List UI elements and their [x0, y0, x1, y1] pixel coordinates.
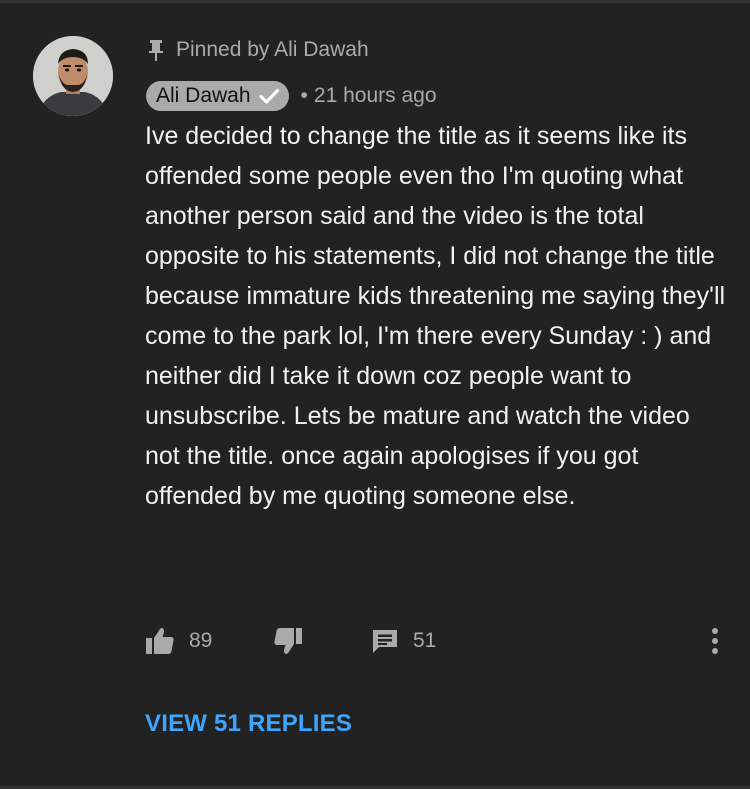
like-count: 89	[189, 629, 213, 652]
reply-button[interactable]: 51	[371, 623, 436, 659]
comment-header: Ali Dawah • 21 hours ago	[146, 81, 437, 111]
pinned-label: Pinned by Ali Dawah	[176, 38, 369, 61]
reply-count: 51	[413, 629, 437, 652]
more-vertical-icon	[711, 627, 719, 655]
avatar[interactable]	[33, 36, 113, 116]
avatar-image	[33, 36, 113, 116]
meta-separator: •	[300, 84, 308, 107]
view-replies-link[interactable]: VIEW 51 REPLIES	[145, 710, 352, 738]
comment-actions: 89 51	[145, 623, 730, 659]
comment-text: Ive decided to change the title as it se…	[145, 122, 726, 510]
thumbs-up-icon	[145, 627, 175, 655]
top-divider	[0, 0, 750, 3]
author-name-chip[interactable]: Ali Dawah	[146, 81, 289, 111]
like-button[interactable]: 89	[145, 623, 212, 659]
more-options-button[interactable]	[705, 623, 725, 659]
author-name: Ali Dawah	[156, 84, 251, 107]
checkmark-icon	[257, 84, 281, 108]
comment-timestamp: 21 hours ago	[313, 84, 437, 107]
pinned-indicator: Pinned by Ali Dawah	[146, 36, 369, 64]
comment-icon	[371, 627, 399, 655]
dislike-button[interactable]	[273, 623, 303, 659]
pin-icon	[146, 38, 166, 62]
thumbs-down-icon	[273, 627, 303, 655]
